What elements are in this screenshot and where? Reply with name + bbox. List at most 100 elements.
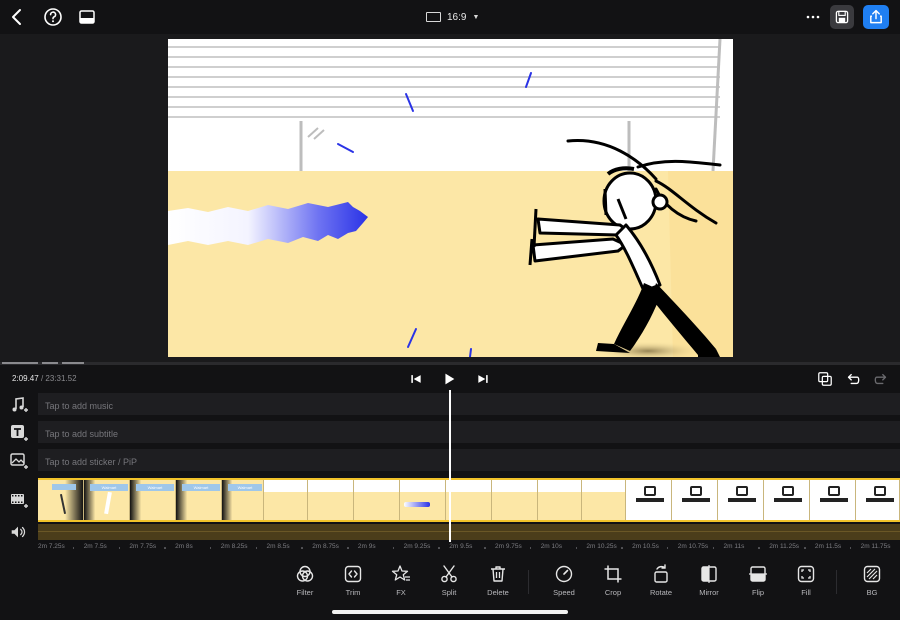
rotate-label: Rotate xyxy=(649,588,673,597)
playback-progress[interactable] xyxy=(0,362,900,365)
thumbnail-sign: Walmart xyxy=(182,484,220,491)
fx-star-icon xyxy=(391,565,410,581)
ruler-dot xyxy=(164,547,166,549)
ruler-tick-label: 2m 11.75s xyxy=(860,543,891,550)
volume-icon[interactable] xyxy=(9,523,29,543)
add-video-clip-icon[interactable] xyxy=(9,490,29,510)
save-button[interactable] xyxy=(830,5,854,29)
music-track-placeholder: Tap to add music xyxy=(45,401,114,411)
ruler-dot xyxy=(758,547,760,549)
mirror-label: Mirror xyxy=(699,588,719,597)
video-clip-strip[interactable]: Walmart Walmart Walmart Walmart xyxy=(38,478,900,522)
back-icon[interactable] xyxy=(6,6,28,28)
progress-segment xyxy=(62,362,84,364)
clip-thumbnail xyxy=(354,480,400,520)
trim-icon xyxy=(344,565,362,583)
clip-thumbnail: Walmart xyxy=(130,480,176,520)
ruler-tick-label: 2m 10s xyxy=(540,543,563,550)
thumbnail-sign: Walmart xyxy=(136,484,174,491)
trim-button[interactable]: Trim xyxy=(331,564,375,598)
clip-thumbnail xyxy=(718,480,764,520)
ruler-tick-label: 2m 10.5s xyxy=(632,543,659,550)
skip-previous-icon[interactable] xyxy=(407,370,425,388)
delete-label: Delete xyxy=(487,588,509,597)
filter-button[interactable]: Filter xyxy=(283,564,327,598)
ruler-tick-label: 2m 8s xyxy=(175,543,193,550)
fx-button[interactable]: FX xyxy=(379,564,423,598)
rotate-button[interactable]: Rotate xyxy=(639,564,683,598)
ruler-tick-label: 2m 8.5s xyxy=(266,543,290,550)
subtitle-track[interactable]: Tap to add subtitle xyxy=(38,421,900,443)
bg-button[interactable]: BG xyxy=(850,564,894,598)
ruler-tick-label: 2m 10.25s xyxy=(586,543,617,550)
mirror-icon xyxy=(701,565,717,583)
ruler-dot xyxy=(347,547,349,549)
aspect-ratio-selector[interactable]: 16:9 ▼ xyxy=(426,9,479,25)
speed-button[interactable]: Speed xyxy=(542,564,586,598)
video-preview-canvas[interactable] xyxy=(168,39,733,357)
clip-thumbnail xyxy=(810,480,856,520)
play-icon[interactable] xyxy=(440,370,458,388)
fill-icon xyxy=(797,565,815,583)
clip-thumbnail xyxy=(626,480,672,520)
playhead[interactable] xyxy=(449,390,451,552)
clip-thumbnail xyxy=(538,480,582,520)
progress-segment xyxy=(2,362,38,364)
clip-thumbnail xyxy=(492,480,538,520)
ruler-tick-label: 2m 7.5s xyxy=(83,543,107,550)
ruler-dot xyxy=(666,547,669,549)
progress-segment xyxy=(42,362,58,364)
crop-label: Crop xyxy=(604,588,622,597)
split-button[interactable]: Split xyxy=(427,564,471,598)
aspect-ratio-icon xyxy=(426,12,441,22)
delete-button[interactable]: Delete xyxy=(476,564,520,598)
ruler-dot xyxy=(804,547,806,549)
trim-label: Trim xyxy=(345,588,361,597)
total-time: 23:31.52 xyxy=(45,374,77,383)
share-upload-icon xyxy=(870,9,882,24)
ruler-dot xyxy=(392,547,395,549)
redo-icon[interactable] xyxy=(872,370,890,388)
fill-button[interactable]: Fill xyxy=(784,564,828,598)
clip-thumbnail xyxy=(308,480,354,520)
mirror-button[interactable]: Mirror xyxy=(687,564,731,598)
ruler-dot xyxy=(529,547,532,549)
crop-button[interactable]: Crop xyxy=(591,564,635,598)
background-icon xyxy=(863,565,881,583)
ruler-dot xyxy=(209,547,212,549)
copy-layers-icon[interactable] xyxy=(816,370,834,388)
ruler-tick-label: 2m 10.75s xyxy=(677,543,709,550)
undo-icon[interactable] xyxy=(844,370,862,388)
current-time: 2:09.47 xyxy=(12,374,39,383)
caret-down-icon: ▼ xyxy=(472,13,480,21)
ruler-tick-label: 2m 9s xyxy=(357,543,376,550)
skip-next-icon[interactable] xyxy=(474,370,492,388)
timeline-ruler[interactable]: 2m 7.25s 2m 7.5s 2m 7.75s 2m 8s 2m 8.25s 2m 8… xyxy=(0,542,900,554)
sticker-pip-track[interactable]: Tap to add sticker / PiP xyxy=(38,449,900,471)
music-track[interactable]: Tap to add music xyxy=(38,393,900,415)
ruler-dot xyxy=(575,547,578,549)
ruler-tick-label: 2m 11.25s xyxy=(769,543,800,550)
ruler-dot xyxy=(712,547,715,549)
help-icon[interactable] xyxy=(42,6,64,28)
export-button[interactable] xyxy=(863,5,889,29)
add-subtitle-icon[interactable] xyxy=(9,423,29,443)
ruler-tick-label: 2m 9.75s xyxy=(495,543,522,550)
toolbar-divider xyxy=(528,570,529,594)
thumbnail-sign: Walmart xyxy=(90,484,128,491)
add-sticker-icon[interactable] xyxy=(9,451,29,471)
flip-button[interactable]: Flip xyxy=(736,564,780,598)
thumbnail-sign: Walmart xyxy=(228,484,262,491)
home-indicator xyxy=(332,610,568,614)
ruler-dot xyxy=(438,547,440,549)
more-icon[interactable] xyxy=(802,6,824,28)
top-bar: 16:9 ▼ xyxy=(0,0,900,34)
clip-thumbnail xyxy=(38,480,84,520)
audio-waveform-band[interactable] xyxy=(38,524,900,540)
add-music-icon[interactable] xyxy=(9,395,29,415)
layout-panel-icon[interactable] xyxy=(76,6,98,28)
flip-icon xyxy=(749,566,767,582)
ruler-tick-label: 2m 7.25s xyxy=(38,543,65,550)
bg-label: BG xyxy=(866,588,878,597)
clip-thumbnail xyxy=(264,480,308,520)
